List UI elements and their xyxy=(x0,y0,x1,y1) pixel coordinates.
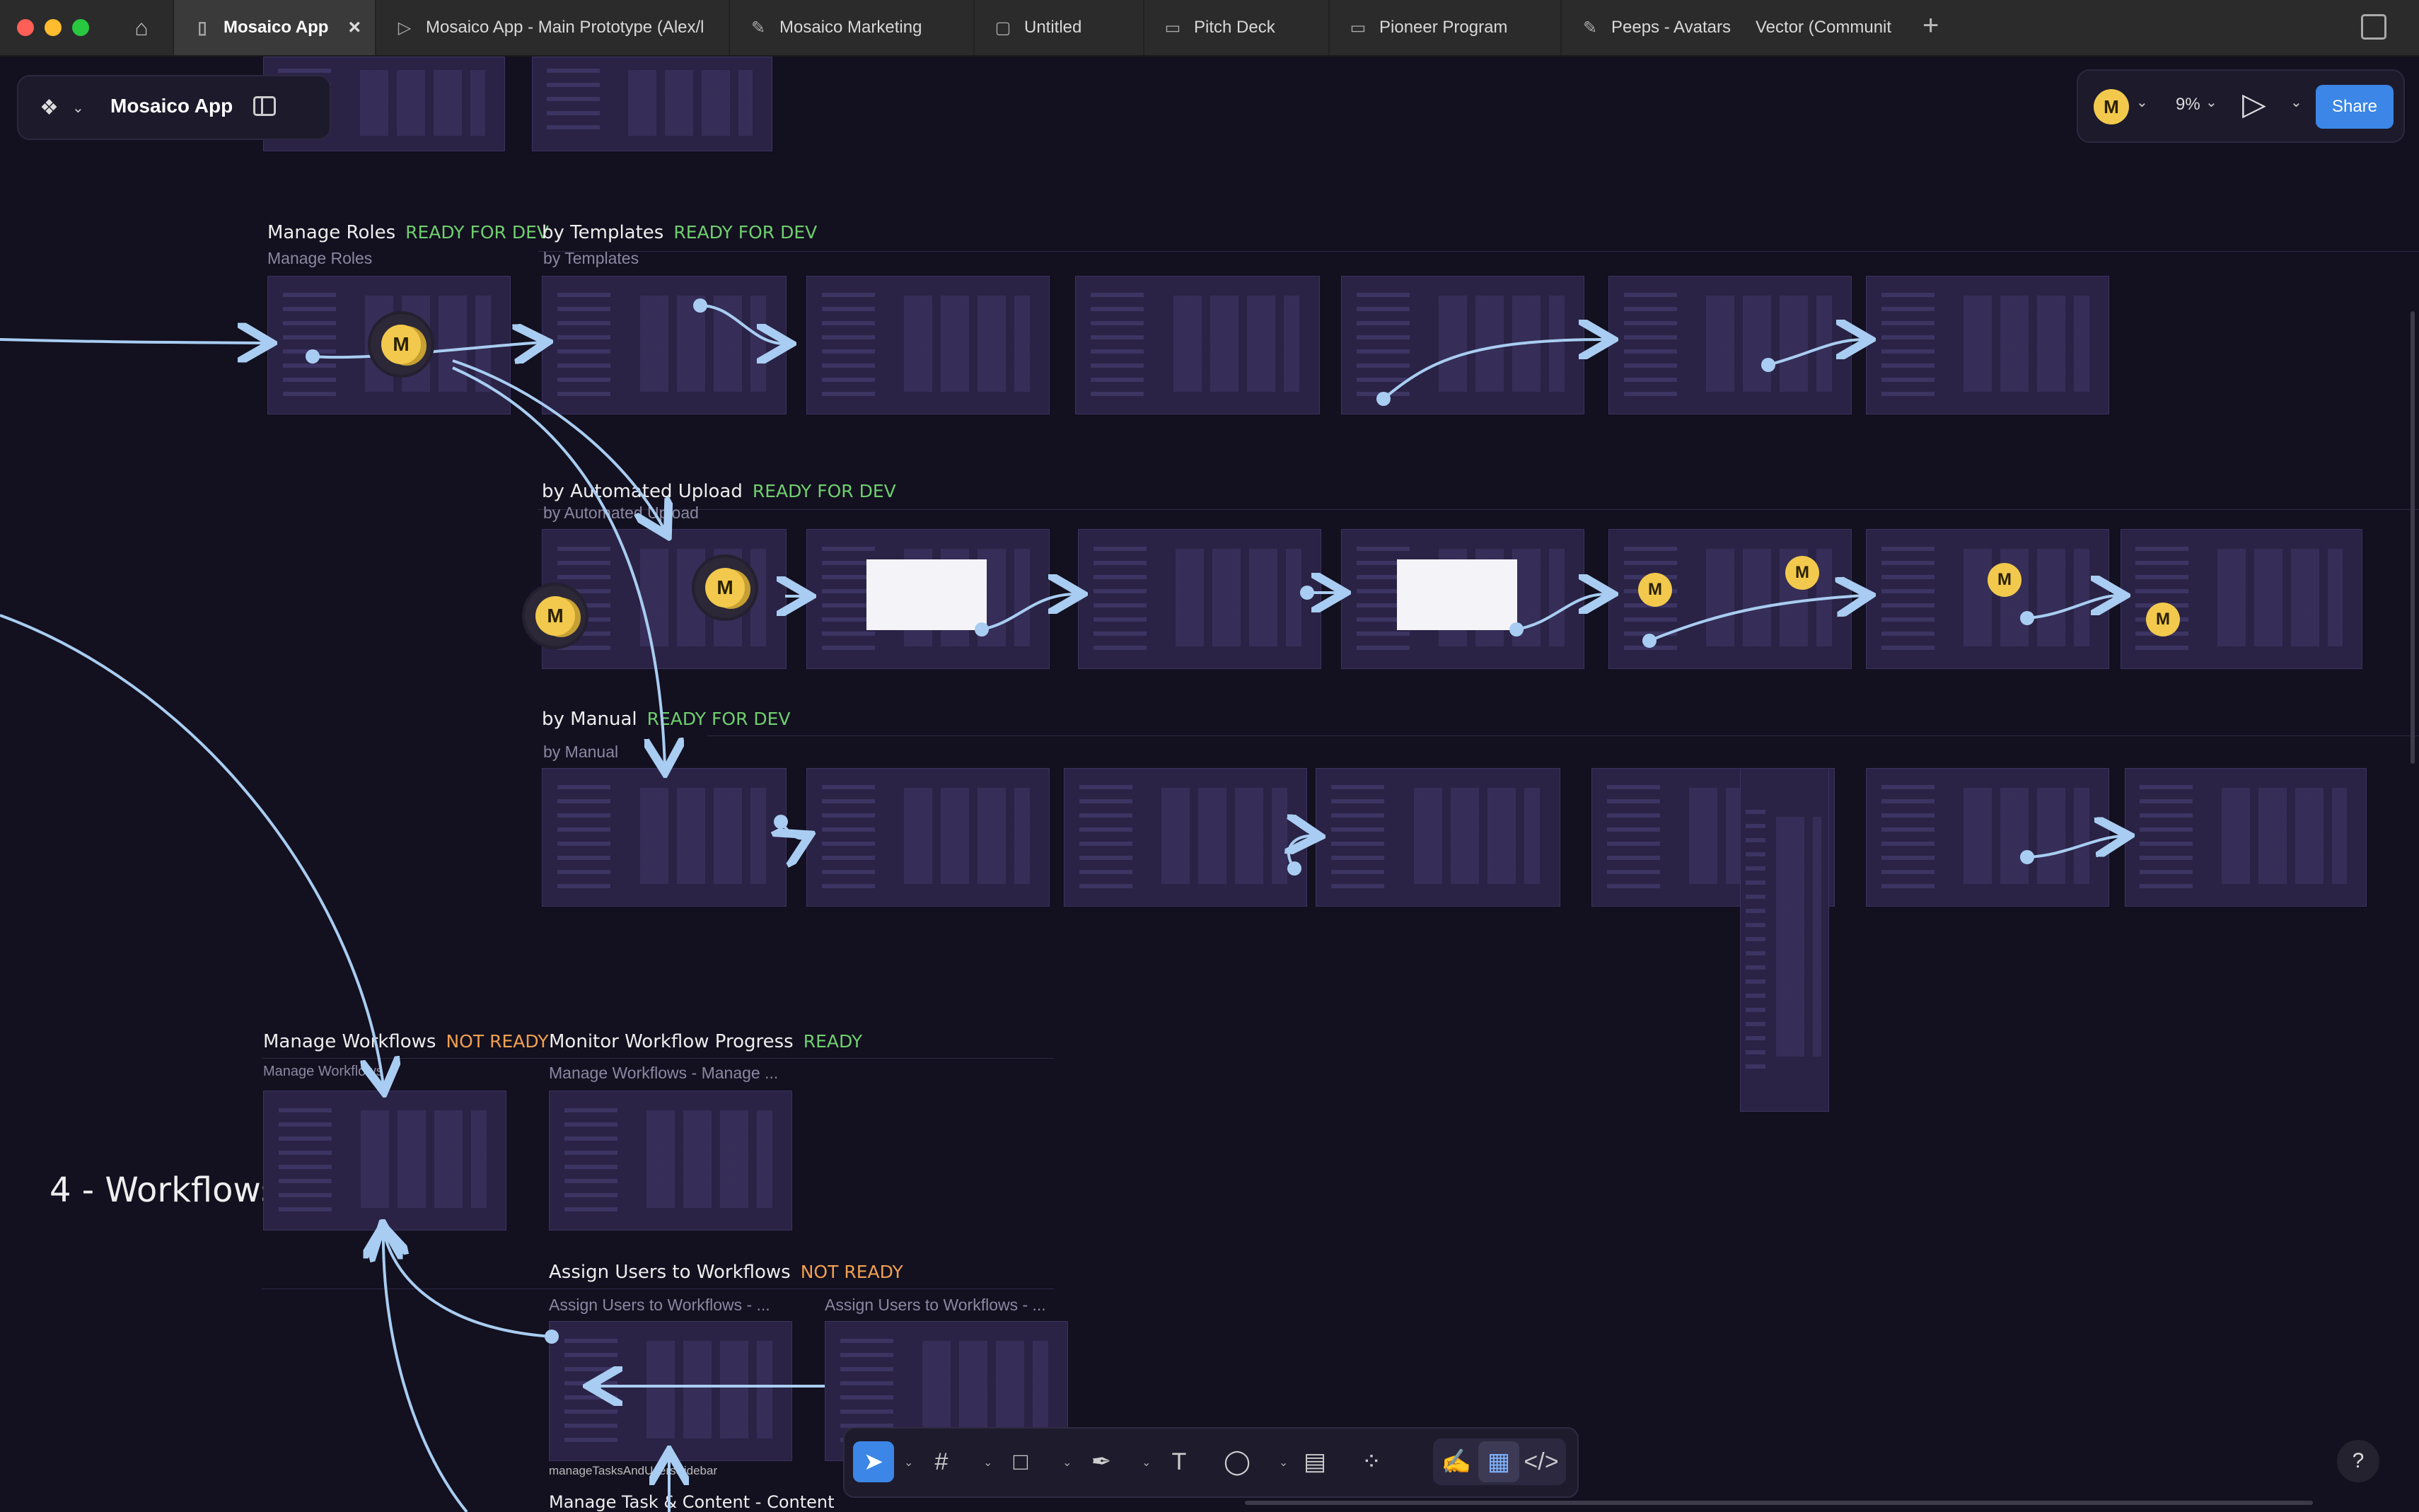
connector-line xyxy=(383,1231,552,1338)
tab-mosaico-app[interactable]: ▯ Mosaico App × xyxy=(173,0,375,55)
tab-label: Mosaico App xyxy=(224,18,329,37)
connector-line xyxy=(0,339,266,343)
close-tab-icon[interactable]: × xyxy=(348,16,361,40)
connector-line xyxy=(2026,595,2119,620)
minimize-window-button[interactable] xyxy=(45,19,62,36)
tab-label: Pioneer Program xyxy=(1379,18,1508,37)
collaborator-cursor-avatar: M xyxy=(2142,598,2184,641)
collaborator-cursor-avatar: M xyxy=(525,586,586,646)
connector-line xyxy=(452,366,665,767)
collaborator-cursor-avatar: M xyxy=(371,314,431,375)
tab-vector-community[interactable]: Vector (Communit xyxy=(1736,0,1908,55)
browser-tab-bar: ⌂ ▯ Mosaico App × ▷ Mosaico App - Main P… xyxy=(0,0,2419,57)
home-icon[interactable]: ⌂ xyxy=(119,0,164,55)
connector-line xyxy=(1516,594,1607,631)
connector-line xyxy=(981,594,1077,631)
design-canvas[interactable]: Manage Roles READY FOR DEV Manage Roles b… xyxy=(0,57,2419,1512)
avatar-initial: M xyxy=(1638,573,1672,607)
slides-icon: ▭ xyxy=(1350,18,1367,37)
tab-label: Pitch Deck xyxy=(1194,18,1275,37)
close-window-button[interactable] xyxy=(17,19,34,36)
connector-line xyxy=(1768,339,1864,366)
connector-line xyxy=(2026,836,2123,859)
tab-pioneer-program[interactable]: ▭ Pioneer Program xyxy=(1328,0,1560,55)
collaborator-cursor-avatar: M xyxy=(1781,552,1823,594)
sidebar-window-icon[interactable] xyxy=(2361,14,2386,40)
tab-label: Mosaico App - Main Prototype (Alex/l xyxy=(426,18,704,37)
tab-label: Vector (Communit xyxy=(1756,18,1892,37)
avatar-initial: M xyxy=(535,596,575,636)
avatar-initial: M xyxy=(1785,556,1819,590)
avatar-initial: M xyxy=(381,325,421,364)
tab-mosaico-marketing[interactable]: ✎ Mosaico Marketing xyxy=(729,0,973,55)
connector-line xyxy=(700,304,785,344)
slides-icon: ▭ xyxy=(1164,18,1181,37)
collaborator-cursor-avatar: M xyxy=(695,557,755,618)
avatar-initial: M xyxy=(2146,603,2180,636)
tab-main-prototype[interactable]: ▷ Mosaico App - Main Prototype (Alex/l xyxy=(375,0,729,55)
tab-untitled[interactable]: ▢ Untitled xyxy=(973,0,1143,55)
collaborator-cursor-avatar: M xyxy=(1634,569,1676,611)
new-tab-plus-icon[interactable]: + xyxy=(1922,10,1939,42)
maximize-window-button[interactable] xyxy=(72,19,89,36)
tab-label: Untitled xyxy=(1024,18,1082,37)
tab-peeps-avatars[interactable]: ✎ Peeps - Avatars xyxy=(1560,0,1761,55)
connector-line xyxy=(383,1231,468,1512)
pen-tool-icon: ✎ xyxy=(750,18,766,37)
prototype-connections xyxy=(0,298,2419,1512)
connector-line xyxy=(1649,595,1864,642)
tab-label: Peeps - Avatars xyxy=(1611,18,1731,37)
pen-tool-icon: ✎ xyxy=(1582,18,1598,37)
avatar-initial: M xyxy=(1988,563,2021,597)
doc-icon: ▢ xyxy=(994,18,1011,37)
play-icon: ▷ xyxy=(398,18,412,37)
avatar-initial: M xyxy=(705,568,745,607)
collaborator-cursor-avatar: M xyxy=(1983,559,2026,601)
tab-pitch-deck[interactable]: ▭ Pitch Deck xyxy=(1143,0,1328,55)
book-icon: ▯ xyxy=(197,18,207,37)
connector-line xyxy=(0,614,383,1086)
connector-line xyxy=(1382,339,1607,400)
tab-label: Mosaico Marketing xyxy=(779,18,922,37)
